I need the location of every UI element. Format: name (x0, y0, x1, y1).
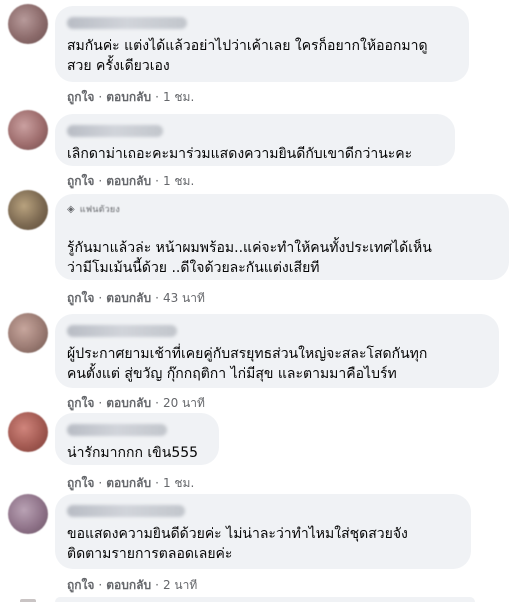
avatar[interactable] (8, 4, 48, 44)
author-name-blurred[interactable] (67, 505, 185, 517)
timestamp[interactable]: 2 นาที (163, 578, 197, 592)
avatar[interactable] (8, 110, 48, 150)
next-comment-bubble-partial (55, 597, 475, 602)
timestamp[interactable]: 1 ชม. (163, 476, 194, 490)
avatar[interactable] (8, 412, 48, 452)
comment-bubble: น่ารักมากกก เขิน555 (55, 413, 219, 465)
comment-bubble: ขอแสดงความยินดีด้วยค่ะ ไม่น่าละว่าทำไหมใ… (55, 494, 471, 569)
comment-actions: ถูกใจ · ตอบกลับ · 2 นาที (67, 578, 198, 592)
comment-text: ขอแสดงความยินดีด้วยค่ะ ไม่น่าละว่าทำไหมใ… (67, 524, 459, 564)
timestamp[interactable]: 1 ชม. (163, 174, 194, 188)
comment-text-line: เลิกดาม่าเถอะคะมาร่วมแสดงความยินดีกับเขา… (67, 146, 413, 162)
comment-bubble: เลิกดาม่าเถอะคะมาร่วมแสดงความยินดีกับเขา… (55, 114, 455, 166)
comment-text: รู้กันมาแล้วล่ะ หน้าผมพร้อม..แค่จะทำให้ค… (67, 238, 497, 278)
like-link[interactable]: ถูกใจ (67, 174, 94, 188)
avatar[interactable] (8, 190, 48, 230)
reply-link[interactable]: ตอบกลับ (106, 578, 151, 592)
like-link[interactable]: ถูกใจ (67, 90, 94, 104)
comment-actions: ถูกใจ · ตอบกลับ · 43 นาที (67, 291, 205, 305)
diamond-icon: ◈ (67, 203, 75, 215)
timestamp[interactable]: 43 นาที (163, 291, 205, 305)
comment-text: เลิกดาม่าเถอะคะมาร่วมแสดงความยินดีกับเขา… (67, 144, 443, 164)
comment-bubble: ◈ แฟนตัวยง รู้กันมาแล้วล่ะ หน้าผมพร้อม..… (55, 194, 509, 280)
author-name-blurred[interactable] (67, 325, 177, 337)
timestamp[interactable]: 1 ชม. (163, 90, 194, 104)
like-link[interactable]: ถูกใจ (67, 578, 94, 592)
comment-text-line: ขอแสดงความยินดีด้วยค่ะ ไม่น่าละว่าทำไหมใ… (67, 526, 408, 542)
comment-text: สมกันค่ะ แต่งได้แล้วอย่าไปว่าเค้าเลย ใคร… (67, 36, 457, 76)
avatar[interactable] (8, 494, 48, 534)
like-link[interactable]: ถูกใจ (67, 396, 94, 410)
reply-link[interactable]: ตอบกลับ (106, 396, 151, 410)
author-name-blurred[interactable] (67, 424, 167, 436)
comment-text-line: คนตั้งแต่ สู่ขวัญ กุ๊กกฤติกา ไก่มีสุข แล… (67, 366, 397, 382)
comment-text-line: น่ารักมากกก เขิน555 (67, 445, 199, 461)
comment-text-line: ผู้ประกาศยามเช้าที่เคยคู่กับสรยุทธส่วนให… (67, 346, 428, 362)
like-link[interactable]: ถูกใจ (67, 476, 94, 490)
like-link[interactable]: ถูกใจ (67, 291, 94, 305)
comment-actions: ถูกใจ · ตอบกลับ · 1 ชม. (67, 90, 195, 104)
reply-link[interactable]: ตอบกลับ (106, 291, 151, 305)
comment-bubble: ผู้ประกาศยามเช้าที่เคยคู่กับสรยุทธส่วนให… (55, 314, 499, 388)
timestamp[interactable]: 20 นาที (163, 396, 205, 410)
author-name-blurred[interactable] (67, 125, 163, 137)
avatar[interactable] (8, 313, 48, 353)
comment-text-line: ว่ามีโมเม้นนี้ด้วย ..ดีใจด้วยละกันแต่งเส… (67, 260, 320, 276)
reply-link[interactable]: ตอบกลับ (106, 174, 151, 188)
comment-text-line: ติดตามรายการตลอดเลยค่ะ (67, 546, 233, 562)
author-name-blurred[interactable] (67, 17, 187, 29)
reply-link[interactable]: ตอบกลับ (106, 476, 151, 490)
comment-text: น่ารักมากกก เขิน555 (67, 443, 207, 463)
top-fan-badge: ◈ แฟนตัวยง (67, 202, 497, 216)
comment-actions: ถูกใจ · ตอบกลับ · 1 ชม. (67, 476, 195, 490)
reply-link[interactable]: ตอบกลับ (106, 90, 151, 104)
comment-text-line: สมกันค่ะ แต่งได้แล้วอย่าไปว่าเค้าเลย ใคร… (67, 38, 428, 54)
comment-text-line: สวย ครั้งเดียวเอง (67, 58, 170, 74)
comment-bubble: สมกันค่ะ แต่งได้แล้วอย่าไปว่าเค้าเลย ใคร… (55, 6, 469, 82)
comment-actions: ถูกใจ · ตอบกลับ · 20 นาที (67, 396, 205, 410)
comment-actions: ถูกใจ · ตอบกลับ · 1 ชม. (67, 174, 195, 188)
comment-text-line: รู้กันมาแล้วล่ะ หน้าผมพร้อม..แค่จะทำให้ค… (67, 240, 432, 256)
comment-text: ผู้ประกาศยามเช้าที่เคยคู่กับสรยุทธส่วนให… (67, 344, 487, 384)
badge-label: แฟนตัวยง (79, 205, 120, 215)
